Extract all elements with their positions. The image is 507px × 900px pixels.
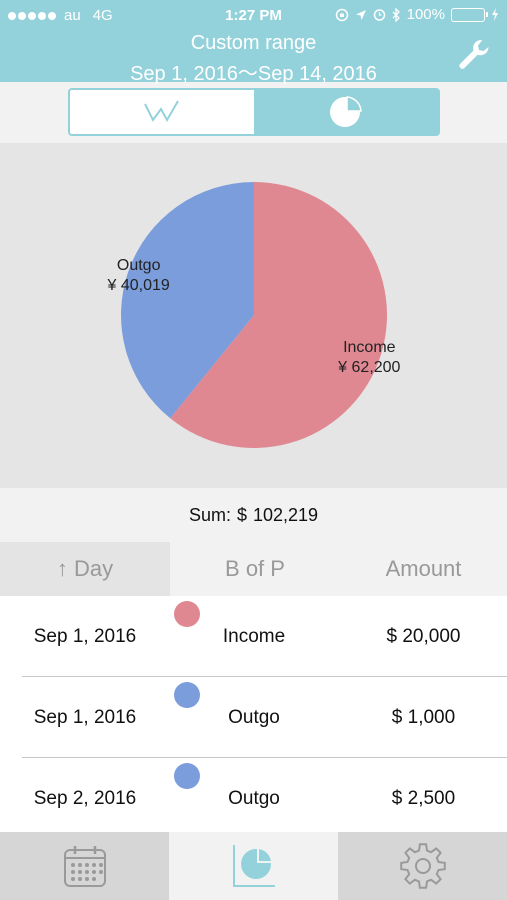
pie-chart-svg: Income ¥ 62,200 Outgo ¥ 40,019 — [107, 182, 401, 448]
gear-icon — [399, 843, 446, 889]
bluetooth-icon — [392, 7, 400, 22]
location-icon — [355, 9, 366, 20]
row-type: Outgo — [228, 707, 280, 728]
tab-settings[interactable] — [338, 832, 507, 900]
row-type: Income — [222, 626, 286, 647]
sum-label: Sum: — [188, 504, 231, 525]
slice-value-outgo: ¥ 40,019 — [107, 277, 170, 294]
alarm-icon — [373, 9, 385, 21]
wrench-icon[interactable] — [455, 36, 493, 74]
slice-name-income: Income — [343, 339, 396, 356]
tab-bar — [0, 832, 507, 900]
category-dot — [174, 763, 200, 789]
tab-chart[interactable] — [169, 832, 338, 900]
row-amount: $ 20,000 — [386, 626, 461, 647]
amount-header[interactable]: Amount — [340, 542, 507, 596]
transaction-list: Sep 1, 2016 Income $ 20,000 Sep 1, 2016 … — [0, 596, 507, 832]
tab-calendar[interactable] — [0, 832, 169, 900]
slice-value-income: ¥ 62,200 — [337, 359, 400, 376]
line-chart-tab[interactable] — [70, 90, 254, 134]
status-bar: au 4G 1:27 PM 100% — [0, 0, 507, 30]
row-type: Outgo — [228, 788, 280, 809]
category-dot — [174, 601, 200, 627]
pie-chart-icon — [330, 96, 362, 127]
header: au 4G 1:27 PM 100% Custom range Sep 1, 2… — [0, 0, 507, 85]
table-row[interactable]: Sep 2, 2016 Outgo $ 2,500 — [0, 758, 507, 832]
battery-icon — [451, 7, 488, 22]
sum-row: Sum: $ 102,219 — [0, 488, 507, 542]
pie-chart: Income ¥ 62,200 Outgo ¥ 40,019 — [0, 143, 507, 488]
table-row[interactable]: Sep 1, 2016 Income $ 20,000 — [0, 596, 507, 677]
screen: au 4G 1:27 PM 100% Custom range Sep 1, 2… — [0, 0, 507, 900]
table-row[interactable]: Sep 1, 2016 Outgo $ 1,000 — [0, 677, 507, 758]
page-title: Custom range — [190, 32, 317, 54]
table-header: ↑ Day B of P Amount — [0, 542, 507, 596]
slice-name-outgo: Outgo — [117, 257, 161, 274]
row-date: Sep 1, 2016 — [33, 626, 137, 647]
row-date: Sep 1, 2016 — [33, 707, 137, 728]
bop-header[interactable]: B of P — [170, 542, 340, 596]
sort-by-day-header[interactable]: ↑ Day — [0, 542, 170, 596]
row-amount: $ 1,000 — [391, 707, 456, 728]
row-amount: $ 2,500 — [391, 788, 456, 809]
line-chart-icon — [144, 100, 179, 123]
sum-value: 102,219 — [252, 504, 319, 525]
category-dot — [174, 682, 200, 708]
calendar-icon — [63, 846, 106, 887]
pie-chart-tab[interactable] — [254, 90, 438, 134]
status-right: 100% — [335, 6, 499, 23]
orientation-lock-icon — [335, 8, 348, 21]
chart-icon — [232, 845, 275, 887]
view-toggle — [68, 88, 440, 136]
date-range: Sep 1, 2016〜Sep 14, 2016 — [130, 63, 377, 85]
charging-icon — [492, 8, 498, 21]
sum-currency: $ — [236, 504, 247, 525]
battery-percent: 100% — [406, 6, 445, 23]
row-date: Sep 2, 2016 — [33, 788, 137, 809]
